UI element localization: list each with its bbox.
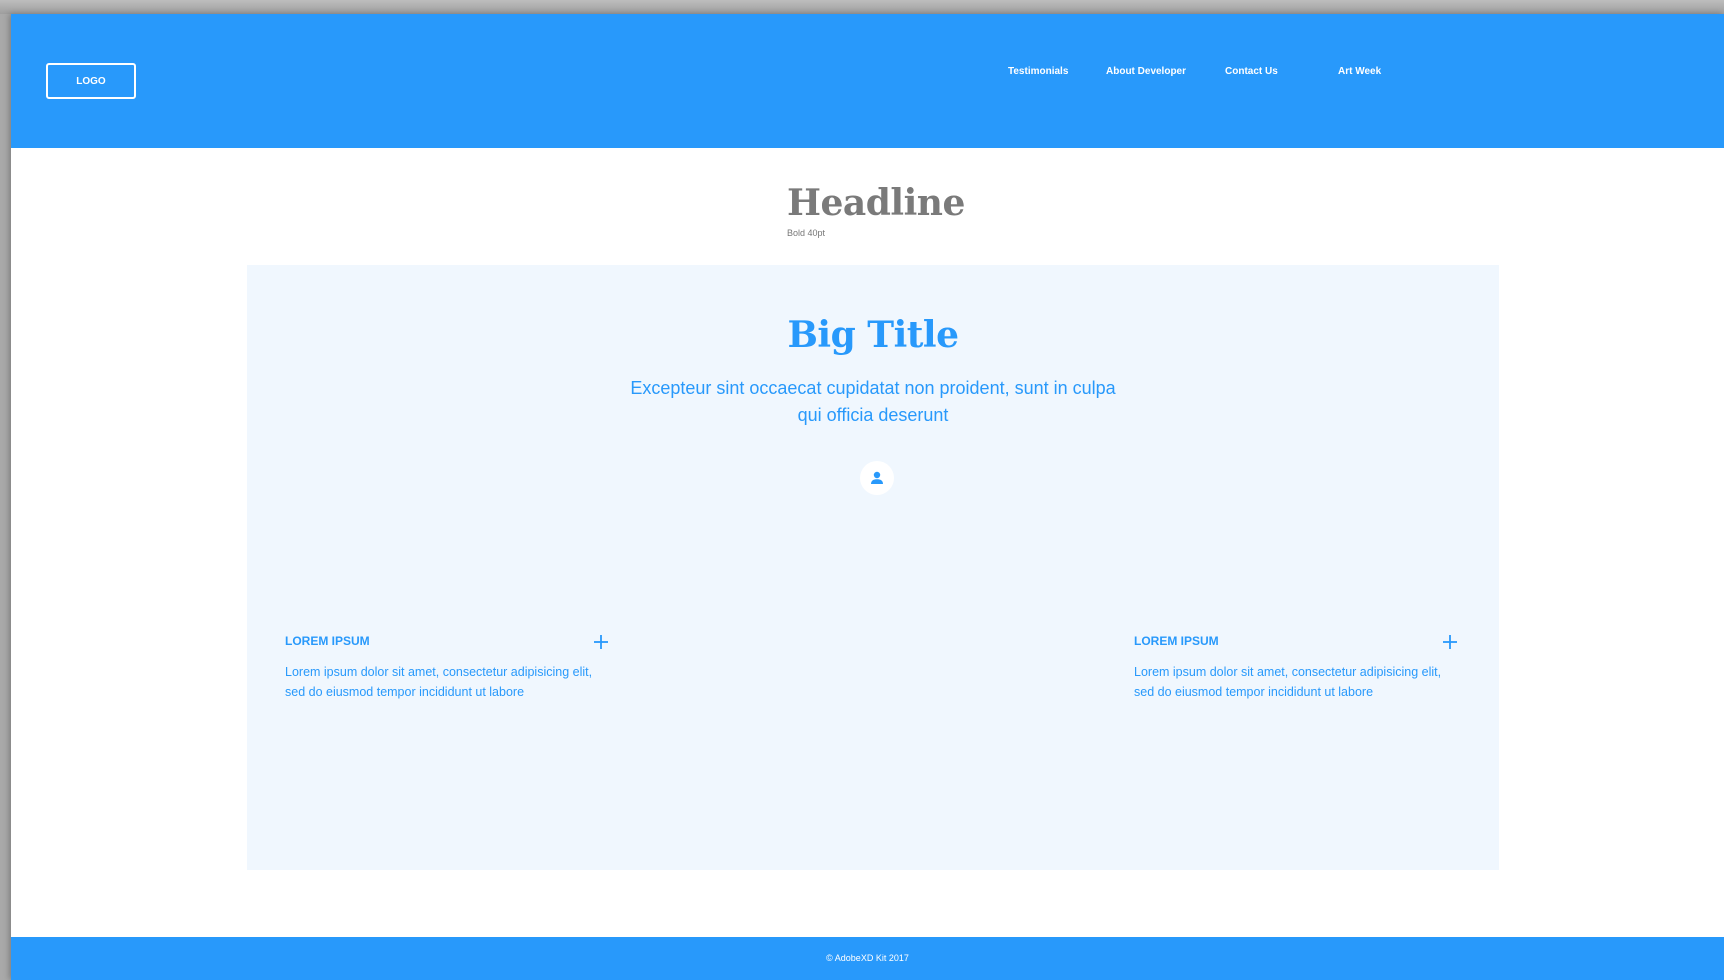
feature-card-right: LOREM IPSUM Lorem ipsum dolor sit amet, … [1134, 634, 1459, 702]
hero-panel: Big Title Excepteur sint occaecat cupida… [247, 265, 1499, 870]
feature-card-left: LOREM IPSUM Lorem ipsum dolor sit amet, … [285, 634, 610, 702]
nav-link-art-week[interactable]: Art Week [1338, 66, 1381, 77]
plus-icon[interactable] [592, 633, 610, 651]
nav-link-contact-us[interactable]: Contact Us [1225, 66, 1278, 77]
window-top-shadow [0, 0, 1724, 14]
headline-note: Bold 40pt [787, 228, 826, 238]
plus-icon[interactable] [1441, 633, 1459, 651]
big-title: Big Title [787, 314, 959, 356]
page-headline: Headline [787, 182, 965, 224]
feature-description: Lorem ipsum dolor sit amet, consectetur … [285, 665, 593, 699]
hero-subtitle: Excepteur sint occaecat cupidatat non pr… [630, 378, 1116, 425]
feature-title: LOREM IPSUM [285, 634, 370, 648]
site-header: LOGO Testimonials About Developer Contac… [11, 14, 1724, 148]
user-icon [871, 471, 883, 484]
site-footer: © AdobeXD Kit 2017 [11, 937, 1724, 980]
feature-title: LOREM IPSUM [1134, 634, 1219, 648]
artboard: LOGO Testimonials About Developer Contac… [11, 14, 1724, 980]
nav-link-about-developer[interactable]: About Developer [1106, 66, 1186, 77]
avatar[interactable] [860, 461, 894, 495]
headline-block: Headline Bold 40pt [787, 185, 965, 238]
feature-description: Lorem ipsum dolor sit amet, consectetur … [1134, 665, 1442, 699]
nav-link-testimonials[interactable]: Testimonials [1008, 66, 1068, 77]
logo-button[interactable]: LOGO [46, 63, 136, 99]
footer-copyright: © AdobeXD Kit 2017 [826, 953, 909, 963]
